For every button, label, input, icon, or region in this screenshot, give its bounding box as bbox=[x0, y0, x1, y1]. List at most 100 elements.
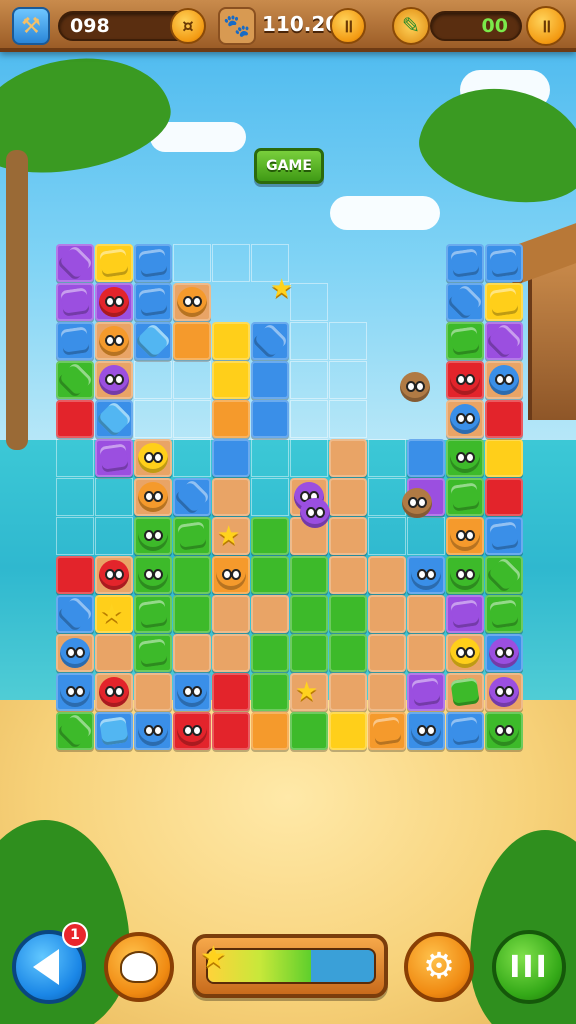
board-tile[interactable] bbox=[485, 595, 523, 633]
board-tile[interactable] bbox=[290, 712, 328, 750]
board-tile[interactable] bbox=[485, 673, 523, 711]
board-tile[interactable] bbox=[173, 556, 211, 594]
board-tile[interactable] bbox=[329, 712, 367, 750]
board-tile[interactable] bbox=[134, 244, 172, 282]
board-tile[interactable] bbox=[446, 556, 484, 594]
board-tile[interactable] bbox=[251, 556, 289, 594]
menu-button[interactable]: III bbox=[492, 930, 566, 1004]
board-tile[interactable] bbox=[134, 634, 172, 672]
board-tile[interactable] bbox=[95, 556, 133, 594]
board-tile[interactable] bbox=[95, 634, 133, 672]
board-tile[interactable] bbox=[56, 634, 94, 672]
board-tile[interactable] bbox=[173, 673, 211, 711]
board-tile[interactable] bbox=[290, 634, 328, 672]
board-tile[interactable] bbox=[290, 556, 328, 594]
board-tile[interactable] bbox=[134, 595, 172, 633]
board-tile[interactable] bbox=[95, 361, 133, 399]
board-tile[interactable] bbox=[446, 439, 484, 477]
board-tile[interactable] bbox=[407, 712, 445, 750]
board-tile[interactable] bbox=[251, 595, 289, 633]
board-tile[interactable] bbox=[251, 712, 289, 750]
board-tile[interactable] bbox=[446, 712, 484, 750]
floating-creature[interactable] bbox=[398, 484, 436, 522]
board-tile[interactable] bbox=[95, 400, 133, 438]
board-tile[interactable] bbox=[446, 517, 484, 555]
board-tile[interactable] bbox=[485, 322, 523, 360]
board-tile[interactable] bbox=[485, 244, 523, 282]
board-tile[interactable] bbox=[173, 595, 211, 633]
board-tile[interactable] bbox=[407, 439, 445, 477]
board-tile[interactable] bbox=[329, 439, 367, 477]
board-tile[interactable] bbox=[56, 361, 94, 399]
board-tile[interactable] bbox=[212, 556, 250, 594]
board-tile[interactable] bbox=[173, 322, 211, 360]
board-tile[interactable] bbox=[212, 673, 250, 711]
board-tile[interactable] bbox=[134, 322, 172, 360]
board-tile[interactable] bbox=[446, 400, 484, 438]
board-tile[interactable] bbox=[56, 322, 94, 360]
board-tile[interactable] bbox=[95, 673, 133, 711]
board-tile[interactable] bbox=[251, 634, 289, 672]
board-tile[interactable] bbox=[212, 478, 250, 516]
board-tile[interactable] bbox=[485, 634, 523, 672]
board-tile[interactable] bbox=[212, 634, 250, 672]
board-tile[interactable] bbox=[485, 361, 523, 399]
board-tile[interactable] bbox=[251, 361, 289, 399]
board-tile[interactable] bbox=[329, 478, 367, 516]
board-tile[interactable] bbox=[446, 595, 484, 633]
board-tile[interactable] bbox=[56, 283, 94, 321]
board-tile[interactable] bbox=[407, 673, 445, 711]
board-tile[interactable] bbox=[56, 556, 94, 594]
board-tile[interactable] bbox=[485, 283, 523, 321]
board-tile[interactable] bbox=[134, 478, 172, 516]
board-tile[interactable] bbox=[329, 634, 367, 672]
board-tile[interactable] bbox=[329, 595, 367, 633]
board-tile[interactable] bbox=[56, 673, 94, 711]
board-tile[interactable] bbox=[368, 712, 406, 750]
board-tile[interactable] bbox=[407, 595, 445, 633]
board-tile[interactable] bbox=[485, 712, 523, 750]
board-tile[interactable] bbox=[485, 439, 523, 477]
board-tile[interactable] bbox=[329, 673, 367, 711]
board-tile[interactable] bbox=[212, 322, 250, 360]
board-tile[interactable] bbox=[485, 517, 523, 555]
board-tile[interactable] bbox=[95, 244, 133, 282]
board-tile[interactable] bbox=[134, 673, 172, 711]
board-tile[interactable] bbox=[134, 556, 172, 594]
board-tile[interactable] bbox=[56, 595, 94, 633]
board-tile[interactable] bbox=[212, 400, 250, 438]
board-tile[interactable] bbox=[251, 517, 289, 555]
board-tile[interactable] bbox=[485, 478, 523, 516]
board-tile[interactable] bbox=[134, 439, 172, 477]
board-tile[interactable] bbox=[446, 673, 484, 711]
board-tile[interactable] bbox=[251, 322, 289, 360]
board-tile[interactable] bbox=[446, 634, 484, 672]
board-tile[interactable] bbox=[212, 595, 250, 633]
board-tile[interactable] bbox=[251, 400, 289, 438]
board-tile[interactable] bbox=[368, 556, 406, 594]
board-tile[interactable] bbox=[173, 478, 211, 516]
board-tile[interactable] bbox=[95, 712, 133, 750]
board-tile[interactable] bbox=[56, 244, 94, 282]
board-tile[interactable] bbox=[173, 712, 211, 750]
board-tile[interactable] bbox=[446, 283, 484, 321]
board-tile[interactable]: ★ bbox=[212, 517, 250, 555]
board-tile[interactable] bbox=[95, 439, 133, 477]
board-tile[interactable] bbox=[56, 712, 94, 750]
board-tile[interactable] bbox=[134, 283, 172, 321]
board-tile[interactable] bbox=[446, 478, 484, 516]
board-tile[interactable] bbox=[368, 673, 406, 711]
board-tile[interactable] bbox=[212, 439, 250, 477]
board-tile[interactable]: ★ bbox=[290, 673, 328, 711]
character-button[interactable] bbox=[104, 932, 174, 1002]
board-tile[interactable] bbox=[446, 244, 484, 282]
board-tile[interactable] bbox=[251, 673, 289, 711]
board-tile[interactable] bbox=[134, 712, 172, 750]
board-tile[interactable] bbox=[368, 634, 406, 672]
floating-star[interactable]: ★ bbox=[265, 270, 303, 308]
board-tile[interactable] bbox=[134, 517, 172, 555]
board-tile[interactable]: ★ bbox=[95, 595, 133, 633]
board-tile[interactable] bbox=[485, 400, 523, 438]
board-tile[interactable] bbox=[446, 322, 484, 360]
board-tile[interactable] bbox=[212, 361, 250, 399]
